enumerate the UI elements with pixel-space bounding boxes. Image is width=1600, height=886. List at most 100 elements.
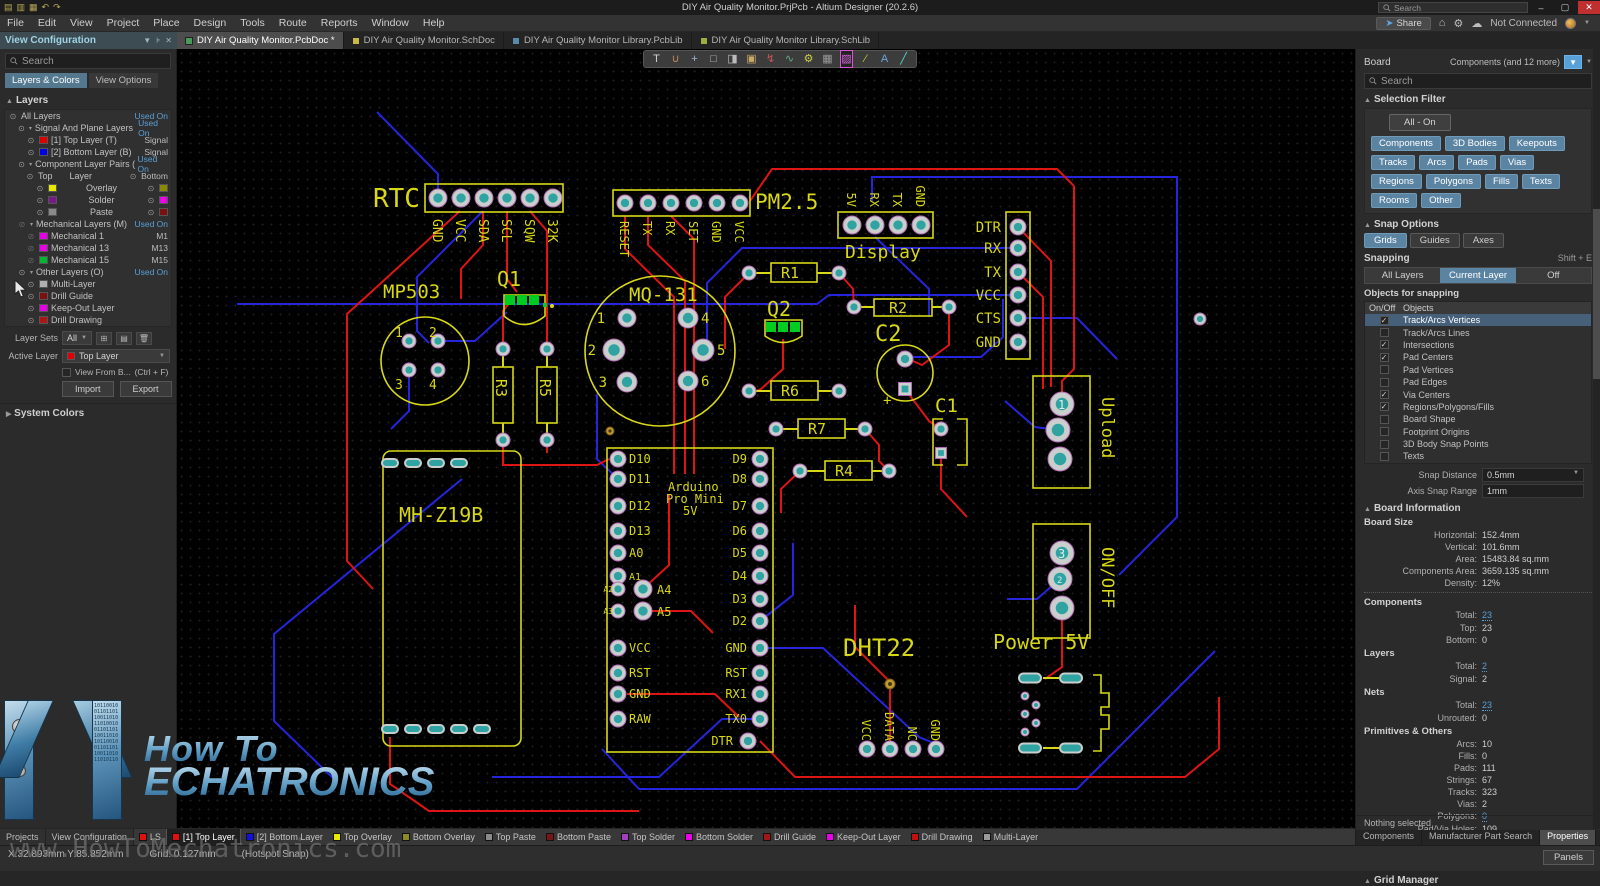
eye-icon[interactable]: ⊙ (35, 184, 45, 193)
menu-place[interactable]: Place (146, 17, 186, 29)
add-layer-set-button[interactable]: ⊞ (96, 332, 112, 345)
stat-link[interactable]: 23 (1482, 700, 1492, 711)
eye-icon[interactable]: ⊙ (17, 268, 27, 277)
axis-snap-range-input[interactable]: 1mm (1482, 484, 1584, 498)
menu-reports[interactable]: Reports (314, 17, 365, 29)
pcb-pad-oval[interactable] (428, 725, 444, 733)
delete-layer-set-button[interactable]: 🗑 (136, 332, 152, 345)
pcb-pad-oval[interactable] (428, 459, 444, 467)
silkscreen-text[interactable]: A5 (657, 605, 671, 619)
pcb-pad-oval[interactable] (1019, 744, 1041, 753)
silkscreen-text[interactable]: A3 (603, 607, 613, 616)
snapping-current-layer[interactable]: Current Layer (1440, 268, 1515, 283)
checkbox[interactable] (1380, 415, 1389, 424)
snap-object-row[interactable]: ✓Track/Arcs Vertices (1365, 314, 1591, 326)
pcb-pad-oval[interactable] (405, 725, 421, 733)
snap-object-row[interactable]: Texts (1365, 450, 1591, 462)
filter-other-button[interactable]: Other (1421, 193, 1461, 208)
silkscreen-text[interactable]: 4 (429, 378, 437, 393)
silkscreen-text[interactable]: GND (709, 221, 723, 243)
eye-icon[interactable]: ⊙ (17, 124, 26, 133)
snap-options-header[interactable]: ▲Snap Options (1364, 219, 1592, 230)
snap-object-row[interactable]: ✓Via Centers (1365, 388, 1591, 400)
properties-scrollbar[interactable] (1593, 49, 1600, 829)
filter-arcs-button[interactable]: Arcs (1419, 155, 1454, 170)
snapping-all-layers[interactable]: All Layers (1365, 268, 1440, 283)
layer-tab[interactable]: [1] Top Layer (166, 829, 241, 845)
document-tab[interactable]: DIY Air Quality Monitor Library.PcbLib (504, 32, 692, 49)
pcb-pad-green[interactable] (505, 295, 515, 305)
panel-tab-projects[interactable]: Projects (0, 829, 46, 845)
silkscreen-text[interactable]: VCC (732, 221, 746, 243)
layer-tree-row[interactable]: ⊙▾Signal And Plane Layers (S)Used On (5, 122, 171, 134)
eye-icon[interactable]: ⊙ (146, 184, 156, 193)
silkscreen-text[interactable]: MH-Z19B (399, 503, 483, 527)
snap-axes-button[interactable]: Axes (1463, 233, 1504, 248)
silkscreen-text[interactable]: A4 (657, 583, 671, 597)
measure-tool-icon[interactable]: ⁄ (859, 51, 872, 67)
layer-color-swatch[interactable] (39, 280, 48, 288)
used-on-link[interactable]: Used On (134, 267, 168, 277)
silkscreen-text[interactable]: RAW (629, 712, 651, 726)
silkscreen-text[interactable]: 32K (544, 219, 559, 243)
layer-color-swatch[interactable] (39, 148, 48, 156)
checkbox[interactable]: ✓ (1380, 340, 1389, 349)
grid-manager-header[interactable]: ▲Grid Manager (1364, 875, 1592, 886)
silkscreen-text[interactable]: VCC (976, 288, 1001, 304)
silkscreen-text[interactable]: R7 (808, 420, 826, 438)
tab-view-options[interactable]: View Options (89, 73, 159, 88)
pcb-pad-oval[interactable] (1060, 674, 1082, 683)
checkbox[interactable] (1380, 427, 1389, 436)
pcb-trace[interactable] (625, 216, 674, 474)
menu-edit[interactable]: Edit (31, 17, 63, 29)
share-button[interactable]: ➤ Share (1376, 17, 1430, 30)
export-button[interactable]: Export (120, 381, 172, 397)
tab-components[interactable]: Components (1356, 830, 1422, 845)
checkbox[interactable]: ✓ (1380, 353, 1389, 362)
filter-fills-button[interactable]: Fills (1485, 174, 1518, 189)
silkscreen-text[interactable]: R2 (889, 299, 907, 317)
silkscreen-text[interactable]: DATA (882, 712, 896, 742)
document-tab[interactable]: DIY Air Quality Monitor.SchDoc (344, 32, 504, 49)
document-tab[interactable]: DIY Air Quality Monitor Library.SchLib (692, 32, 880, 49)
eye-icon[interactable]: ⊙ (8, 112, 18, 121)
layer-tree-row[interactable]: ⊙TopLayer⊙Bottom (5, 170, 171, 182)
all-on-button[interactable]: All - On (1389, 114, 1451, 131)
layer-tree-row[interactable]: ⊘Mechanical 15M15 (5, 254, 171, 266)
layer-color-swatch[interactable] (48, 184, 57, 192)
eye-icon[interactable]: ⊙ (26, 280, 36, 289)
silkscreen-text[interactable]: 5V (683, 504, 697, 518)
global-search-input[interactable]: Search (1378, 2, 1528, 13)
selection-filter-header[interactable]: ▲Selection Filter (1364, 94, 1592, 105)
pcb-pad-green[interactable] (778, 322, 788, 332)
silkscreen-text[interactable]: A1 (629, 572, 641, 583)
silkscreen-text[interactable]: 2 (1057, 576, 1062, 586)
checkbox[interactable] (1380, 328, 1389, 337)
eye-icon[interactable]: ⊙ (26, 316, 36, 325)
eye-icon[interactable]: ⊙ (25, 172, 35, 181)
silkscreen-text[interactable]: 4 (701, 311, 709, 327)
menu-file[interactable]: File (0, 17, 31, 29)
silkscreen-text[interactable]: VCC (629, 641, 651, 655)
snap-object-row[interactable]: ✓Regions/Polygons/Fills (1365, 401, 1591, 413)
silkscreen-text[interactable]: SDA (475, 219, 490, 243)
silkscreen-text[interactable]: CTS (976, 311, 1001, 327)
silkscreen-text[interactable]: D5 (733, 546, 747, 560)
eye-icon[interactable]: ⊘ (26, 244, 36, 253)
layer-color-swatch[interactable] (159, 196, 168, 204)
silkscreen-text[interactable]: VCC (859, 719, 873, 741)
silkscreen-text[interactable]: 2 (429, 326, 437, 341)
checkbox[interactable] (1380, 378, 1389, 387)
eye-icon[interactable]: ⊙ (17, 160, 26, 169)
route-tool-icon[interactable]: ↯ (764, 51, 777, 67)
filter-tracks-button[interactable]: Tracks (1371, 155, 1415, 170)
silkscreen-text[interactable]: D2 (733, 614, 747, 628)
checkbox[interactable]: ✓ (1380, 316, 1389, 325)
layer-tab[interactable]: Keep-Out Layer (821, 829, 906, 845)
maximize-button[interactable]: ▢ (1554, 1, 1576, 14)
layers-section-header[interactable]: ▲Layers (0, 92, 176, 109)
silkscreen-text[interactable]: D10 (629, 452, 651, 466)
layer-tab[interactable]: Top Overlay (328, 829, 397, 845)
silkscreen-text[interactable]: DHT22 (843, 634, 915, 662)
silkscreen-text[interactable]: 5 (717, 343, 725, 359)
